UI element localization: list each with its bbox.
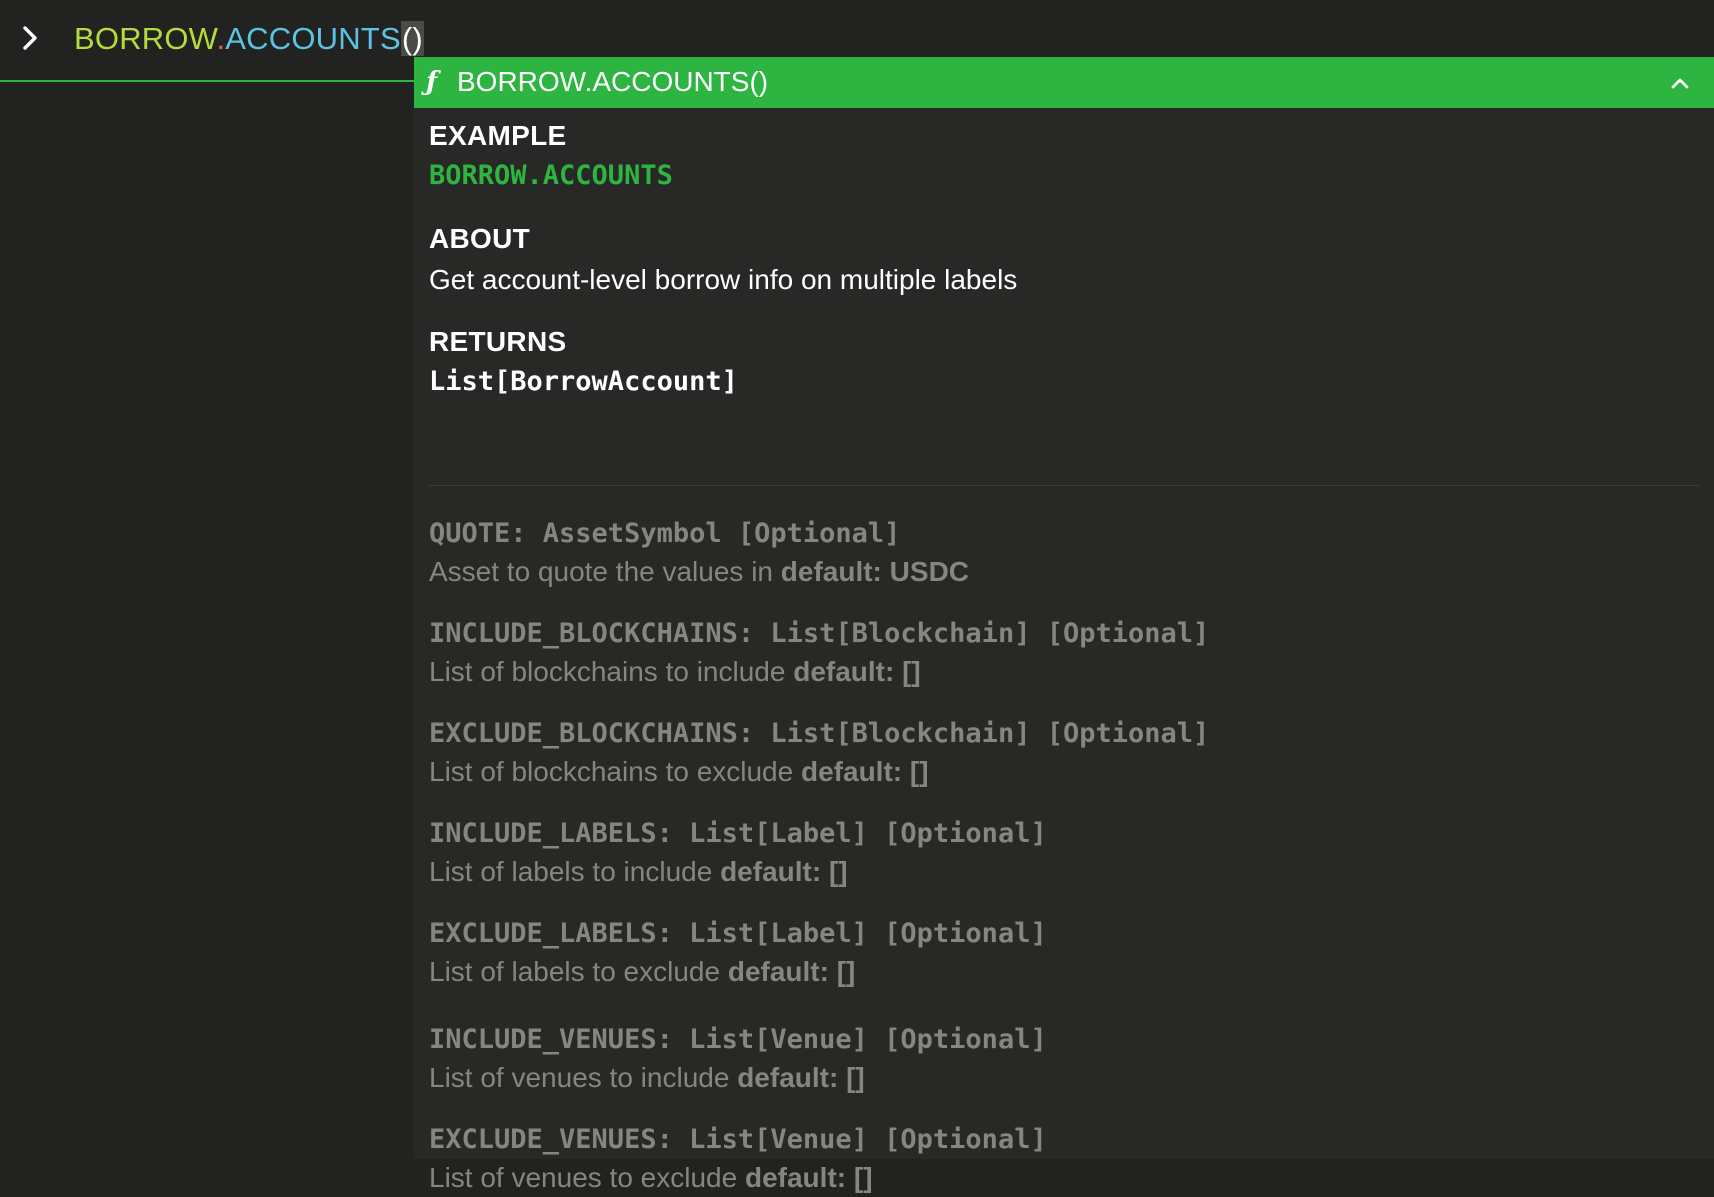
param-signature: EXCLUDE_BLOCKCHAINS: List[Blockchain] [O… bbox=[429, 718, 1210, 749]
param-description: List of blockchains to exclude default: … bbox=[429, 756, 929, 787]
about-heading: ABOUT bbox=[429, 223, 531, 254]
command-parens-cursor: () bbox=[400, 21, 424, 56]
popup-header[interactable]: ƒ BORROW.ACCOUNTS() bbox=[414, 57, 1714, 108]
param-signature: QUOTE: AssetSymbol [Optional] bbox=[429, 518, 901, 549]
param-description: List of venues to exclude default: [] bbox=[429, 1162, 873, 1193]
chevron-right-icon bbox=[23, 26, 37, 50]
about-text: Get account-level borrow info on multipl… bbox=[429, 264, 1018, 295]
chevron-up-icon[interactable] bbox=[1668, 71, 1692, 95]
command-dot: . bbox=[216, 21, 226, 56]
popup-title: BORROW.ACCOUNTS() bbox=[457, 66, 769, 97]
param-description: List of labels to include default: [] bbox=[429, 856, 848, 887]
function-icon: ƒ bbox=[426, 67, 438, 97]
example-code: BORROW.ACCOUNTS bbox=[429, 160, 673, 191]
param-description: List of blockchains to include default: … bbox=[429, 656, 921, 687]
returns-type: List[BorrowAccount] bbox=[429, 366, 738, 397]
function-doc-popup: ƒ BORROW.ACCOUNTS() EXAMPLE BORROW.ACCOU… bbox=[414, 57, 1714, 1193]
param-signature: INCLUDE_VENUES: List[Venue] [Optional] bbox=[429, 1024, 1047, 1055]
param-description: Asset to quote the values in default: US… bbox=[429, 556, 970, 587]
param-signature: EXCLUDE_LABELS: List[Label] [Optional] bbox=[429, 918, 1047, 949]
command-text[interactable]: BORROW.ACCOUNTS() bbox=[74, 18, 424, 60]
divider bbox=[429, 485, 1699, 486]
command-function: ACCOUNTS bbox=[225, 21, 401, 56]
param-signature: INCLUDE_BLOCKCHAINS: List[Blockchain] [O… bbox=[429, 618, 1210, 649]
returns-heading: RETURNS bbox=[429, 326, 567, 357]
param-signature: INCLUDE_LABELS: List[Label] [Optional] bbox=[429, 818, 1047, 849]
command-input-bar[interactable]: BORROW.ACCOUNTS() bbox=[0, 0, 424, 82]
command-namespace: BORROW bbox=[74, 21, 217, 56]
example-heading: EXAMPLE bbox=[429, 120, 567, 151]
param-description: List of venues to include default: [] bbox=[429, 1062, 865, 1093]
param-description: List of labels to exclude default: [] bbox=[429, 956, 856, 987]
param-signature: EXCLUDE_VENUES: List[Venue] [Optional] bbox=[429, 1124, 1047, 1155]
